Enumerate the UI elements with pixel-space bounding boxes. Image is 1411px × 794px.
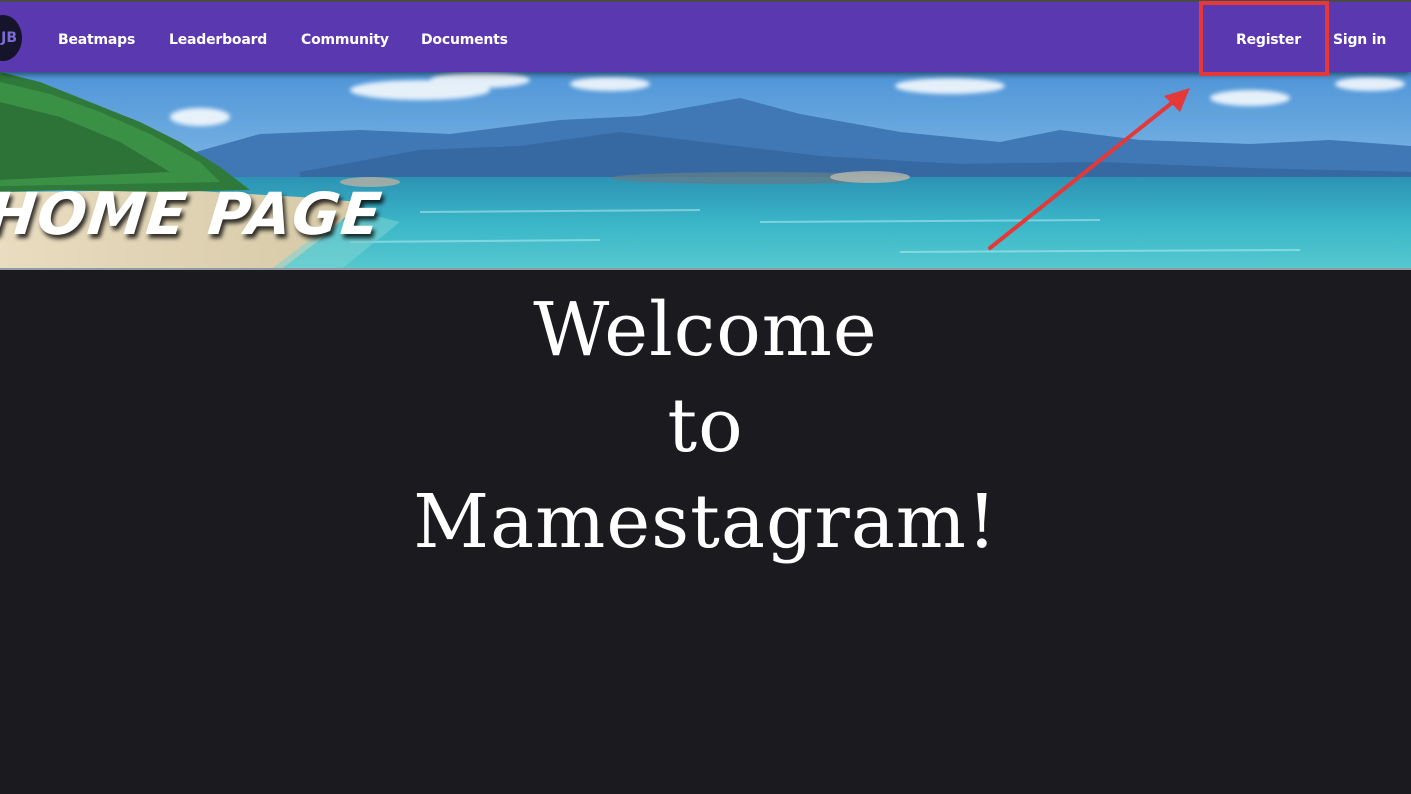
nav-documents[interactable]: Documents xyxy=(421,32,508,48)
hero-title: HOME PAGE xyxy=(0,180,386,248)
nav-community[interactable]: Community xyxy=(301,32,389,48)
hero-banner: HOME PAGE xyxy=(0,72,1411,270)
nav-leaderboard[interactable]: Leaderboard xyxy=(169,32,267,48)
welcome-line-2: to xyxy=(667,383,744,469)
nav-beatmaps[interactable]: Beatmaps xyxy=(58,32,135,48)
signin-link[interactable]: Sign in xyxy=(1333,32,1386,48)
site-logo[interactable]: JB xyxy=(0,15,22,61)
register-highlight-box xyxy=(1199,1,1329,76)
welcome-line-1: Welcome xyxy=(533,287,878,373)
welcome-message: Welcome to Mamestagram! xyxy=(0,282,1411,570)
welcome-line-3: Mamestagram! xyxy=(413,479,998,565)
